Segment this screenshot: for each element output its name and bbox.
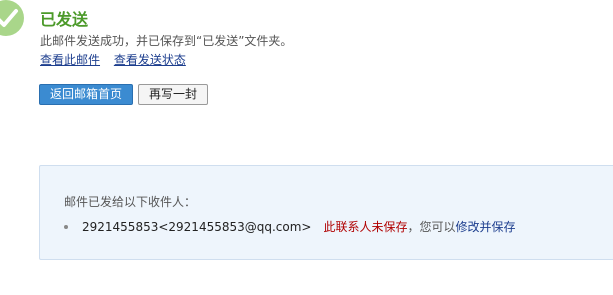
action-buttons: 返回邮箱首页 再写一封 (39, 84, 209, 105)
back-to-inbox-button[interactable]: 返回邮箱首页 (39, 84, 134, 105)
success-check-icon (0, 0, 24, 36)
page-title: 已发送 (40, 10, 89, 29)
recipient-address: 2921455853<2921455853@qq.com> (82, 219, 312, 234)
recipients-heading: 邮件已发给以下收件人： (64, 195, 197, 209)
bullet-icon (64, 224, 68, 229)
save-hint: ，您可以 (407, 220, 456, 234)
view-send-status-link[interactable]: 查看发送状态 (114, 53, 186, 67)
recipient-row: 2921455853<2921455853@qq.com> 此联系人未保存 ，您… (64, 218, 516, 235)
modify-and-save-link[interactable]: 修改并保存 (456, 218, 516, 235)
contact-unsaved-status: 此联系人未保存 (323, 220, 408, 234)
recipients-panel: 邮件已发给以下收件人： 2921455853<2921455853@qq.com… (39, 165, 613, 260)
sent-description: 此邮件发送成功，并已保存到“已发送”文件夹。 (40, 34, 293, 48)
write-again-button[interactable]: 再写一封 (138, 84, 209, 105)
view-email-link[interactable]: 查看此邮件 (40, 53, 100, 67)
sent-links: 查看此邮件 查看发送状态 (40, 51, 196, 68)
